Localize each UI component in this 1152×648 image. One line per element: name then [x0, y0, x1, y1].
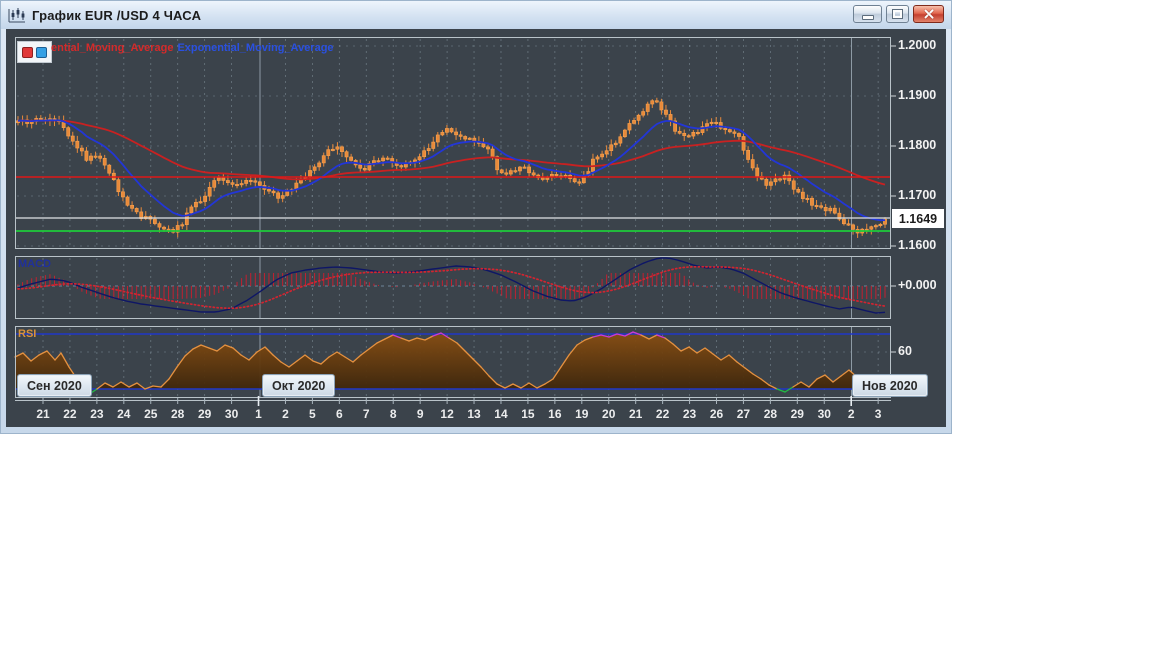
date-tick-label: 13	[467, 407, 481, 421]
date-tick-label: 16	[548, 407, 562, 421]
red-indicator-button[interactable]	[22, 46, 33, 58]
month-button[interactable]: Нов 2020	[852, 374, 928, 397]
blue-indicator-button[interactable]	[36, 46, 47, 58]
legend-ema-red: ential_Moving_Average	[51, 42, 174, 54]
date-tick-label: 2	[282, 407, 289, 421]
date-tick-label: 6	[335, 407, 343, 421]
macd-panel-label: MACD	[18, 258, 51, 270]
date-tick-label: 21	[628, 407, 643, 421]
current-price-badge: 1.1649	[892, 209, 944, 228]
date-tick-label: 24	[117, 407, 131, 421]
rsi-level-label: 60	[898, 344, 912, 358]
date-tick-label: 21	[36, 407, 50, 421]
chart-window: График EUR /USD 4 ЧАСА ential_Moving_Ave…	[0, 0, 952, 434]
date-tick-label: 8	[389, 407, 397, 421]
month-button[interactable]: Окт 2020	[262, 374, 336, 397]
date-tick-label: 28	[171, 407, 185, 421]
date-tick-label: 23	[682, 407, 697, 421]
date-tick-label: 25	[144, 407, 158, 421]
date-tick-label: 20	[602, 407, 616, 421]
price-tick-label: 1.1800	[898, 138, 937, 152]
price-tick-label: 1.2000	[898, 38, 937, 52]
date-tick-label: 29	[790, 407, 804, 421]
date-tick-label: 7	[362, 407, 370, 421]
date-tick-label: 29	[197, 407, 212, 421]
rsi-panel-label: RSI	[18, 328, 37, 340]
date-tick-label: 26	[709, 407, 724, 421]
price-chart-surface[interactable]	[1, 1, 953, 435]
indicator-buttons	[17, 41, 52, 63]
date-tick-label: 28	[763, 407, 778, 421]
price-tick-label: 1.1700	[898, 188, 937, 202]
date-tick-label: 27	[736, 407, 751, 421]
page: График EUR /USD 4 ЧАСА ential_Moving_Ave…	[0, 0, 1152, 648]
date-tick-label: 15	[521, 407, 535, 421]
date-tick-label: 5	[309, 407, 316, 421]
date-tick-label: 22	[63, 407, 77, 421]
price-tick-label: 1.1900	[898, 88, 937, 102]
date-tick-label: 12	[440, 407, 454, 421]
macd-zero-label: +0.000	[898, 278, 937, 292]
date-tick-label: 30	[817, 407, 831, 421]
date-tick-label: 3	[874, 407, 882, 421]
date-tick-label: 9	[416, 407, 424, 421]
price-tick-label: 1.1600	[898, 238, 937, 252]
month-button[interactable]: Сен 2020	[17, 374, 92, 397]
date-tick-label: 1	[255, 407, 262, 421]
date-tick-label: 19	[575, 407, 589, 421]
date-tick-label: 23	[90, 407, 104, 421]
date-tick-label: 14	[494, 407, 508, 421]
date-tick-label: 2	[847, 407, 855, 421]
date-tick-label: 22	[655, 407, 670, 421]
legend: ential_Moving_Average Exponential_Moving…	[51, 42, 334, 54]
legend-ema-blue: Exponential_Moving_Average	[177, 42, 334, 54]
date-tick-label: 30	[224, 407, 239, 421]
